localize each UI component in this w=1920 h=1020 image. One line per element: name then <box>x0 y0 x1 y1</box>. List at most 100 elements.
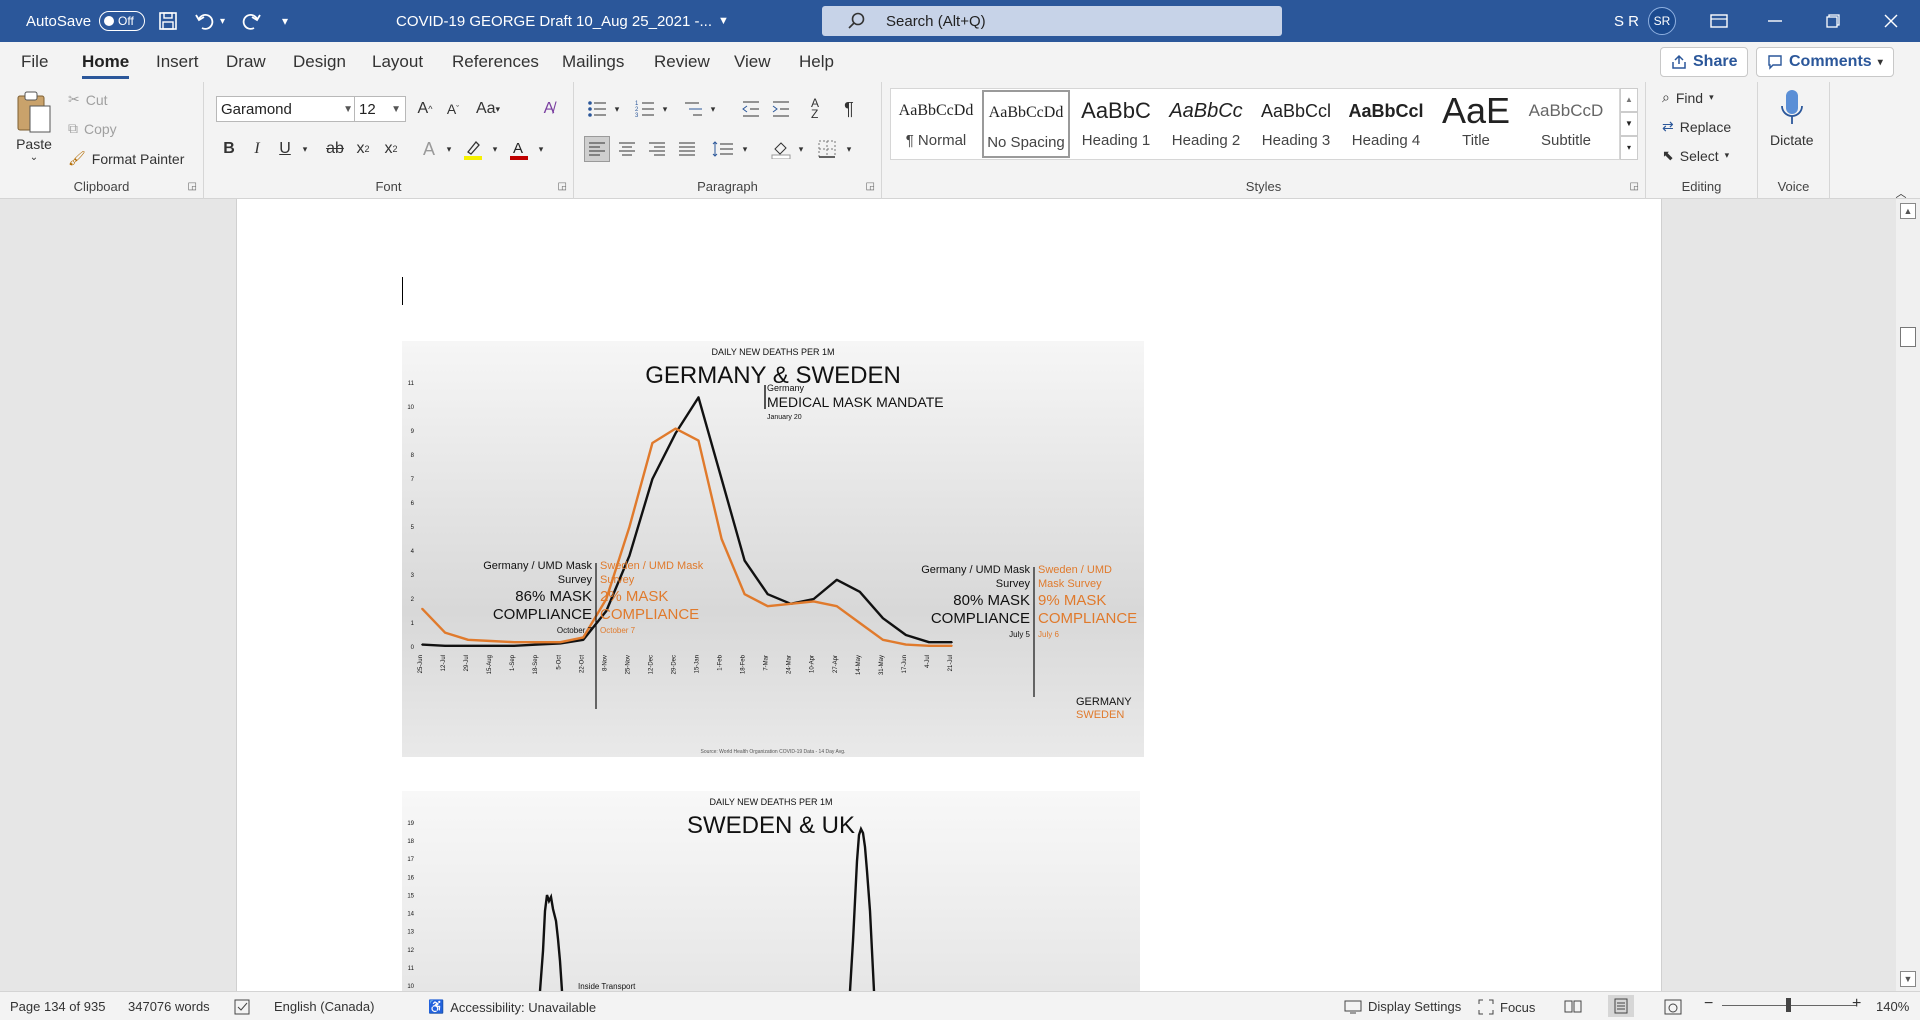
user-avatar[interactable]: SR <box>1648 0 1676 42</box>
tab-insert[interactable]: Insert <box>156 52 199 72</box>
tab-design[interactable]: Design <box>293 52 346 72</box>
clear-formatting-icon[interactable]: A̸ <box>536 96 562 122</box>
bullets-dropdown-icon[interactable]: ▾ <box>604 96 630 122</box>
tab-help[interactable]: Help <box>799 52 834 72</box>
align-center-icon[interactable] <box>614 136 640 162</box>
styles-scroll-up-icon[interactable]: ▲ <box>1620 88 1638 112</box>
zoom-in-icon[interactable]: + <box>1852 995 1861 1013</box>
find-button[interactable]: ⌕ Find ▾ <box>1662 89 1714 106</box>
align-left-icon[interactable] <box>584 136 610 162</box>
redo-icon[interactable] <box>240 0 262 42</box>
style-heading-3[interactable]: AaBbCcl Heading 3 <box>1252 90 1340 158</box>
customize-toolbar-icon[interactable]: ▾ <box>282 0 288 42</box>
language[interactable]: English (Canada) <box>274 999 374 1014</box>
restore-icon[interactable] <box>1810 0 1856 42</box>
style-no-spacing[interactable]: AaBbCcDd No Spacing <box>982 90 1070 158</box>
scroll-up-icon[interactable]: ▲ <box>1900 203 1916 219</box>
styles-scroll-down-icon[interactable]: ▼ <box>1620 112 1638 136</box>
scroll-thumb[interactable] <box>1900 327 1916 347</box>
chart-sweden-uk[interactable]: DAILY NEW DEATHS PER 1M SWEDEN & UK 10 11… <box>402 791 1140 991</box>
font-color-dropdown-icon[interactable]: ▾ <box>528 136 554 162</box>
minimize-icon[interactable] <box>1752 0 1798 42</box>
focus-button[interactable]: Focus <box>1478 999 1535 1015</box>
font-name-combo[interactable]: Garamond ▼ <box>216 96 358 122</box>
page-count[interactable]: Page 134 of 935 <box>10 999 105 1014</box>
show-formatting-marks-icon[interactable]: ¶ <box>836 96 862 122</box>
styles-more-icon[interactable]: ▾ <box>1620 136 1638 160</box>
close-icon[interactable] <box>1868 0 1914 42</box>
zoom-level[interactable]: 140% <box>1876 999 1909 1014</box>
style-normal[interactable]: AaBbCcDd ¶ Normal <box>892 90 980 158</box>
grow-font-icon[interactable]: A ^ <box>412 96 438 122</box>
decrease-indent-icon[interactable] <box>738 96 764 122</box>
bold-icon[interactable]: B <box>216 136 242 162</box>
display-settings-button[interactable]: Display Settings <box>1344 999 1461 1014</box>
autosave-control[interactable]: AutoSave Off <box>26 0 146 42</box>
line-spacing-dropdown-icon[interactable]: ▾ <box>732 136 758 162</box>
style-subtitle[interactable]: AaBbCcD Subtitle <box>1522 90 1610 158</box>
undo-icon[interactable] <box>194 0 216 42</box>
tab-home[interactable]: Home <box>82 52 130 79</box>
increase-indent-icon[interactable] <box>768 96 794 122</box>
format-painter-button[interactable]: 🖌 Format Painter <box>68 150 184 167</box>
shrink-font-icon[interactable]: Aˇ <box>440 96 466 122</box>
align-right-icon[interactable] <box>644 136 670 162</box>
comments-button[interactable]: Comments ▾ <box>1756 47 1894 77</box>
highlight-dropdown-icon[interactable]: ▾ <box>482 136 508 162</box>
font-launcher-icon[interactable]: ◲ <box>558 181 567 192</box>
change-case-icon[interactable]: Aa ▾ <box>470 96 506 122</box>
print-layout-icon[interactable] <box>1608 995 1634 1017</box>
style-heading-4[interactable]: AaBbCcl Heading 4 <box>1342 90 1430 158</box>
title-dropdown-icon[interactable]: ▼ <box>718 0 729 42</box>
accessibility-status[interactable]: ♿ Accessibility: Unavailable <box>428 999 596 1015</box>
word-count[interactable]: 347076 words <box>128 999 210 1014</box>
tab-draw[interactable]: Draw <box>226 52 266 72</box>
zoom-out-icon[interactable]: − <box>1704 995 1713 1013</box>
autosave-toggle[interactable]: Off <box>99 11 146 31</box>
paragraph-launcher-icon[interactable]: ◲ <box>866 181 875 192</box>
strikethrough-icon[interactable]: ab <box>322 136 348 162</box>
multilevel-dropdown-icon[interactable]: ▾ <box>700 96 726 122</box>
proofing-icon[interactable] <box>234 999 252 1015</box>
tab-mailings[interactable]: Mailings <box>562 52 624 72</box>
document-title[interactable]: COVID-19 GEORGE Draft 10_Aug 25_2021 -..… <box>396 0 712 42</box>
text-effects-dropdown-icon[interactable]: ▾ <box>436 136 462 162</box>
numbering-dropdown-icon[interactable]: ▾ <box>652 96 678 122</box>
subscript-icon[interactable]: x2 <box>350 136 376 162</box>
style-heading-1[interactable]: AaBbC Heading 1 <box>1072 90 1160 158</box>
superscript-icon[interactable]: x2 <box>378 136 404 162</box>
style-title[interactable]: AaE Title <box>1432 90 1520 158</box>
tab-layout[interactable]: Layout <box>372 52 423 72</box>
borders-dropdown-icon[interactable]: ▾ <box>836 136 862 162</box>
tab-view[interactable]: View <box>734 52 771 72</box>
read-mode-icon[interactable] <box>1564 999 1582 1013</box>
zoom-slider-thumb[interactable] <box>1786 998 1791 1012</box>
copy-button[interactable]: ⧉ Copy <box>68 120 117 137</box>
undo-dropdown-icon[interactable]: ▾ <box>220 0 225 42</box>
sort-icon[interactable]: AZ <box>802 96 828 122</box>
search-box[interactable]: Search (Alt+Q) <box>822 6 1282 36</box>
web-layout-icon[interactable] <box>1664 999 1682 1015</box>
save-icon[interactable] <box>158 0 178 42</box>
styles-launcher-icon[interactable]: ◲ <box>1630 181 1639 192</box>
underline-dropdown-icon[interactable]: ▾ <box>292 136 318 162</box>
shading-dropdown-icon[interactable]: ▾ <box>788 136 814 162</box>
italic-icon[interactable]: I <box>244 136 270 162</box>
justify-icon[interactable] <box>674 136 700 162</box>
style-heading-2[interactable]: AaBbCc Heading 2 <box>1162 90 1250 158</box>
tab-file[interactable]: File <box>21 52 48 72</box>
clipboard-launcher-icon[interactable]: ◲ <box>188 181 197 192</box>
share-button[interactable]: Share <box>1660 47 1749 77</box>
dictate-button[interactable]: Dictate <box>1770 88 1814 148</box>
tab-review[interactable]: Review <box>654 52 710 72</box>
font-size-combo[interactable]: 12 ▼ <box>354 96 406 122</box>
scroll-down-icon[interactable]: ▼ <box>1900 971 1916 987</box>
replace-button[interactable]: ⇄ Replace <box>1662 118 1731 135</box>
vertical-scrollbar[interactable]: ▲ ▼ <box>1896 199 1920 991</box>
chart-germany-sweden[interactable]: DAILY NEW DEATHS PER 1M GERMANY & SWEDEN… <box>402 341 1144 760</box>
ribbon-display-options-icon[interactable] <box>1696 0 1742 42</box>
select-button[interactable]: ⬉ Select ▾ <box>1662 147 1729 164</box>
cut-button[interactable]: ✂ Cut <box>68 91 108 108</box>
paste-button[interactable]: Paste ⌄ <box>14 90 54 163</box>
tab-references[interactable]: References <box>452 52 539 72</box>
